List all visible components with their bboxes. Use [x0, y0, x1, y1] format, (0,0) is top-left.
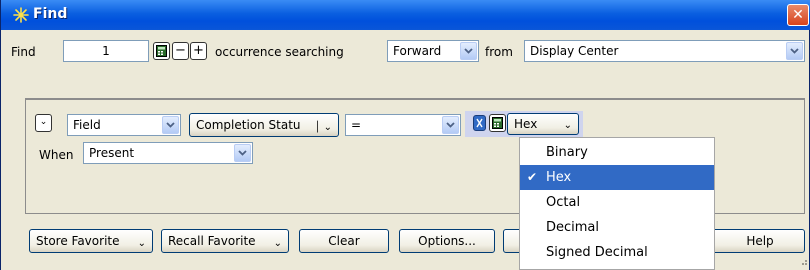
completion-status-dropdown[interactable]: Completion Statu │ ⌄ [189, 113, 339, 137]
close-icon: ✕ [792, 7, 804, 23]
menu-item-label: Binary [546, 145, 588, 160]
resize-grip-icon[interactable] [799, 258, 808, 267]
find-label: Find [11, 45, 36, 59]
data-icon [476, 118, 483, 128]
field-select[interactable]: Field [67, 114, 181, 136]
format-value: Hex [514, 117, 538, 131]
direction-value: Forward [393, 44, 442, 58]
format-dropdown[interactable]: Hex ⌄ [507, 113, 579, 135]
calculator-icon [492, 117, 503, 129]
field-value: Field [73, 118, 101, 132]
from-value: Display Center [530, 44, 619, 58]
check-icon: ✔ [527, 170, 538, 184]
menu-item-binary[interactable]: Binary [520, 140, 714, 165]
when-select[interactable]: Present [83, 142, 253, 164]
options-button[interactable]: Options... [399, 229, 495, 253]
calculator-button[interactable] [153, 42, 170, 60]
double-chevron-icon: ⌄ [137, 238, 146, 249]
menu-item-hex[interactable]: ✔ Hex [520, 165, 714, 190]
occurrence-input[interactable]: 1 [63, 40, 149, 62]
chevron-down-icon[interactable] [234, 144, 251, 162]
clear-button[interactable]: Clear [299, 229, 389, 253]
menu-item-octal[interactable]: Octal [520, 190, 714, 215]
title-bar[interactable]: Find ✕ [1, 0, 810, 30]
menu-item-signed-decimal[interactable]: Signed Decimal [520, 240, 714, 265]
store-favorite-label: Store Favorite [36, 234, 120, 248]
when-label: When [39, 148, 74, 162]
close-button[interactable]: ✕ [787, 4, 809, 26]
calculator-button[interactable] [489, 114, 506, 132]
direction-select[interactable]: Forward [387, 40, 479, 62]
double-chevron-icon: ⌄ [563, 120, 572, 131]
double-chevron-icon: │ ⌄ [314, 122, 332, 133]
sparkle-icon [13, 7, 29, 23]
when-value: Present [89, 146, 135, 160]
menu-item-label: Signed Decimal [546, 245, 648, 260]
recall-favorite-button[interactable]: Recall Favorite ⌄ [161, 229, 289, 253]
find-dialog: Find ✕ Find 1 − + occurrence searching F… [0, 0, 810, 270]
double-chevron-icon: ⌄ [39, 117, 48, 127]
from-label: from [485, 45, 513, 59]
data-toggle-button[interactable] [473, 115, 486, 131]
collapse-criteria-button[interactable]: ⌄ [35, 114, 52, 132]
chevron-down-icon[interactable] [442, 116, 459, 134]
recall-favorite-label: Recall Favorite [168, 234, 256, 248]
window-title: Find [33, 6, 68, 22]
calculator-icon [156, 45, 167, 57]
decrement-button[interactable]: − [172, 42, 189, 60]
occurrence-searching-label: occurrence searching [215, 45, 344, 59]
increment-button[interactable]: + [190, 42, 207, 60]
chevron-down-icon[interactable] [786, 42, 803, 60]
store-favorite-button[interactable]: Store Favorite ⌄ [29, 229, 153, 253]
double-chevron-icon: ⌄ [273, 238, 282, 249]
chevron-down-icon[interactable] [460, 42, 477, 60]
chevron-down-icon[interactable] [162, 116, 179, 134]
menu-item-label: Decimal [546, 220, 600, 235]
format-menu: Binary ✔ Hex Octal Decimal Signed Decima… [519, 137, 715, 270]
from-select[interactable]: Display Center [524, 40, 805, 62]
completion-status-value: Completion Statu [196, 118, 301, 132]
menu-item-label: Octal [546, 195, 581, 210]
operator-value: = [351, 118, 362, 132]
menu-item-label: Hex [546, 170, 572, 185]
help-button[interactable]: Help [705, 229, 805, 253]
operator-select[interactable]: = [345, 114, 461, 136]
menu-item-decimal[interactable]: Decimal [520, 215, 714, 240]
